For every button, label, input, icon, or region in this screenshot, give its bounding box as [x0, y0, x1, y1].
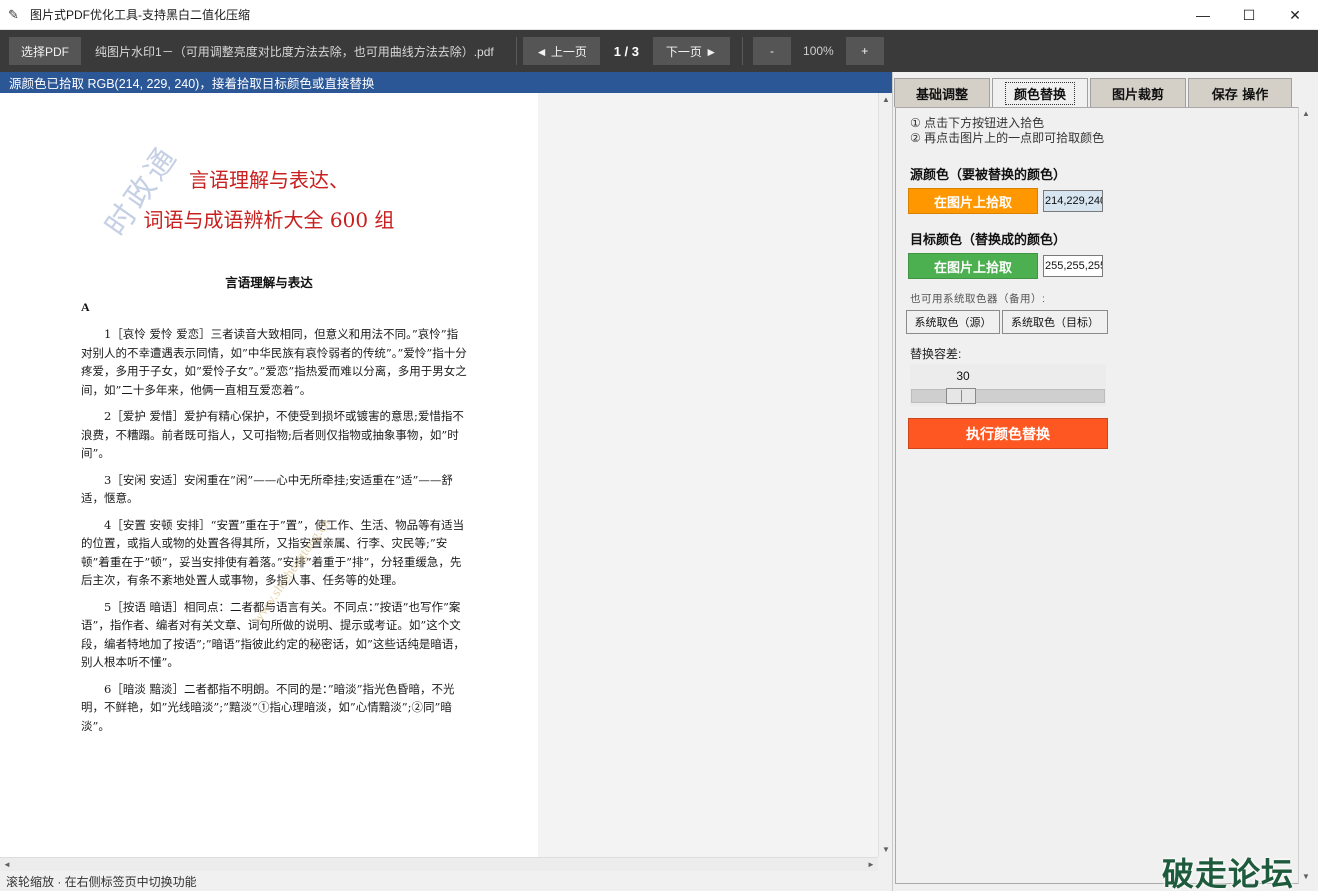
- forum-logo: 破走论坛: [1162, 855, 1295, 891]
- function-tabs: 基础调整 颜色替换 图片裁剪 保存 操作: [893, 78, 1294, 108]
- tab-label: 基础调整: [915, 87, 968, 103]
- zoom-out-button[interactable]: -: [753, 37, 792, 65]
- tab-image-crop[interactable]: 图片裁剪: [1090, 78, 1186, 107]
- color-replace-panel: ① 点击下方按钮进入拾色 ② 再点击图片上的一点即可拾取颜色 源颜色（要被替换的…: [895, 107, 1300, 884]
- paragraph: 6［暗淡 黯淡］二者都指不明朗。不同的是：”暗淡”指光色昏暗，不光明，不鲜艳，如…: [81, 681, 455, 733]
- tab-label: 保存 操作: [1211, 87, 1269, 103]
- preview-vertical-scrollbar[interactable]: ▲ ▼: [878, 93, 892, 857]
- scroll-down-icon[interactable]: ▼: [1299, 870, 1313, 884]
- next-page-button[interactable]: 下一页 ►: [653, 37, 731, 65]
- tab-basic-adjust[interactable]: 基础调整: [894, 78, 990, 107]
- tab-color-replace[interactable]: 颜色替换: [992, 78, 1088, 108]
- status-message: 源颜色已拾取 RGB(214, 229, 240)，接着拾取目标颜色或直接替换: [0, 72, 892, 93]
- hint-step2: ② 再点击图片上的一点即可拾取颜色: [910, 131, 1105, 145]
- scroll-up-icon[interactable]: ▲: [879, 93, 893, 107]
- execute-replace-button[interactable]: 执行颜色替换: [908, 418, 1108, 449]
- window-title: 图片式PDF优化工具-支持黑白二值化压缩: [30, 8, 250, 22]
- tab-label: 图片裁剪: [1111, 87, 1164, 103]
- system-pick-target-button[interactable]: 系统取色（目标）: [1002, 310, 1108, 334]
- tab-label: 颜色替换: [1004, 82, 1075, 105]
- toolbar: 选择PDF 纯图片水印1－（可用调整亮度对比度方法去除，也可用曲线方法去除）.p…: [0, 30, 1318, 72]
- pick-source-button[interactable]: 在图片上拾取: [908, 188, 1038, 214]
- bottom-status: 滚轮缩放 · 在右侧标签页中切换功能: [0, 871, 892, 891]
- paragraph: 4［安置 安顿 安排］“安置”重在于”置”，使工作、生活、物品等有适当的位置，或…: [81, 517, 465, 588]
- file-name: 纯图片水印1－（可用调整亮度对比度方法去除，也可用曲线方法去除）.pdf: [95, 44, 494, 59]
- preview-horizontal-scrollbar[interactable]: ◄ ►: [0, 857, 878, 871]
- select-pdf-button[interactable]: 选择PDF: [9, 37, 82, 65]
- tab-save[interactable]: 保存 操作: [1188, 78, 1292, 107]
- section-title: 言语理解与表达: [225, 275, 313, 290]
- toolbar-separator: [515, 37, 517, 65]
- slider-track[interactable]: [911, 389, 1105, 403]
- tolerance-slider[interactable]: 30: [910, 364, 1106, 406]
- zoom-level: 100%: [803, 44, 834, 58]
- window-controls: — ☐ ✕: [1180, 0, 1318, 30]
- panel-scrollbar[interactable]: ▲ ▼: [1298, 107, 1312, 884]
- section-letter: A: [81, 300, 90, 314]
- document-body: 1［哀怜 爱怜 爱恋］三者读音大致相同，但意义和用法不同。”哀怜”指对别人的不幸…: [81, 325, 469, 743]
- maximize-button[interactable]: ☐: [1226, 0, 1272, 30]
- scroll-left-icon[interactable]: ◄: [0, 858, 14, 872]
- paragraph: 2［爱护 爱惜］爱护有精心保护，不使受到损坏或镀害的意思;爱惜指不浪费，不糟蹋。…: [81, 409, 464, 460]
- page-indicator: 1 / 3: [613, 43, 640, 59]
- source-color-field[interactable]: 214,229,240: [1043, 190, 1103, 212]
- minimize-button[interactable]: —: [1180, 0, 1226, 30]
- pdf-page[interactable]: 言语理解与表达、 词语与成语辨析大全 600 组 时政通 言语理解与表达 A 1…: [0, 93, 538, 857]
- system-pick-source-button[interactable]: 系统取色（源）: [906, 310, 1000, 334]
- paragraph: 1［哀怜 爱怜 爱恋］三者读音大致相同，但意义和用法不同。”哀怜”指对别人的不幸…: [81, 327, 467, 397]
- source-color-label: 源颜色（要被替换的颜色）: [910, 168, 1067, 183]
- tolerance-label: 替换容差:: [910, 347, 962, 361]
- title-bar: ✎ 图片式PDF优化工具-支持黑白二值化压缩 — ☐ ✕: [0, 0, 1318, 30]
- slider-thumb[interactable]: [946, 388, 976, 404]
- tolerance-value: 30: [956, 369, 970, 383]
- paragraph: 3［安闲 安适］安闲重在”闲”——心中无所牵挂;安适重在”适”——舒适，惬意。: [81, 472, 453, 506]
- scroll-right-icon[interactable]: ►: [864, 858, 878, 872]
- pick-target-button[interactable]: 在图片上拾取: [908, 253, 1038, 279]
- target-color-label: 目标颜色（替换成的颜色）: [910, 233, 1067, 248]
- target-color-field[interactable]: 255,255,255: [1043, 255, 1103, 277]
- right-panel: 基础调整 颜色替换 图片裁剪 保存 操作 ① 点击下方按钮进入拾色 ② 再点击图…: [892, 72, 1318, 891]
- system-picker-label: 也可用系统取色器（备用）:: [910, 293, 1046, 305]
- prev-page-button[interactable]: ◄ 上一页: [522, 37, 600, 65]
- scroll-up-icon[interactable]: ▲: [1299, 107, 1313, 121]
- document-title-line1: 言语理解与表达、: [189, 168, 349, 192]
- preview-canvas[interactable]: 言语理解与表达、 词语与成语辨析大全 600 组 时政通 言语理解与表达 A 1…: [0, 93, 878, 857]
- zoom-in-button[interactable]: +: [845, 37, 884, 65]
- feather-icon: ✎: [8, 6, 19, 22]
- document-title-line2: 词语与成语辨析大全 600 组: [143, 208, 395, 232]
- close-button[interactable]: ✕: [1272, 0, 1318, 30]
- toolbar-separator: [742, 37, 744, 65]
- scroll-down-icon[interactable]: ▼: [879, 843, 893, 857]
